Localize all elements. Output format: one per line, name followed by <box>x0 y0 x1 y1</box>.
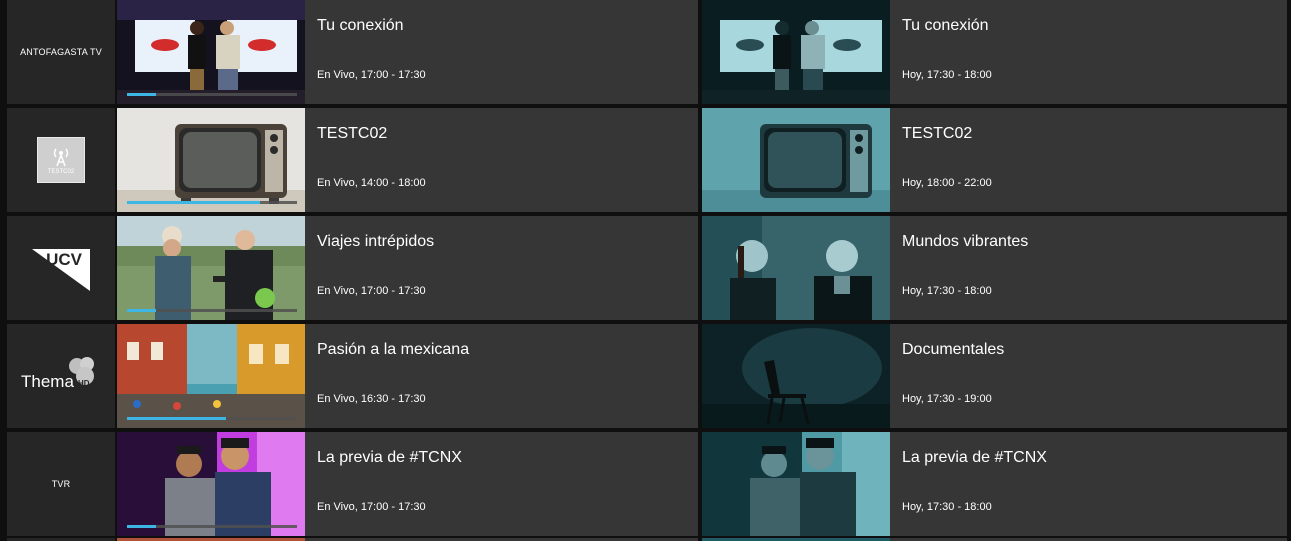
program-time: Hoy, 17:30 - 18:00 <box>902 501 992 513</box>
channel-cell[interactable]: ANTOFAGASTA TV <box>7 0 115 104</box>
progress-fill <box>127 417 226 420</box>
channel-name: TVR <box>51 479 71 489</box>
channel-row: UCV Viajes intrépidos En Vivo, 17:00 - 1… <box>0 216 1291 320</box>
program-time: Hoy, 18:00 - 22:00 <box>902 177 992 189</box>
progress-fill <box>127 93 156 96</box>
channel-logo-text: TESTC02 <box>47 169 75 175</box>
program-title: Tu conexión <box>317 17 404 34</box>
channel-logo: TESTC02 <box>37 137 85 183</box>
program-title: TESTC02 <box>902 125 973 142</box>
program-title: Documentales <box>902 341 1005 358</box>
program-title: Pasión a la mexicana <box>317 341 470 358</box>
program-time: En Vivo, 17:00 - 17:30 <box>317 69 426 81</box>
progress-fill <box>127 309 156 312</box>
program-next[interactable]: Documentales Hoy, 17:30 - 19:00 <box>702 324 1287 428</box>
program-thumbnail <box>117 432 305 536</box>
program-title: TESTC02 <box>317 125 388 142</box>
program-time: En Vivo, 17:00 - 17:30 <box>317 501 426 513</box>
epg-grid: ANTOFAGASTA TV Tu conexión En Vivo, 17:0… <box>0 0 1291 541</box>
program-next[interactable]: Tu conexión Hoy, 17:30 - 18:00 <box>702 0 1287 104</box>
program-title: La previa de #TCNX <box>317 449 462 466</box>
broadcast-tower-icon <box>53 148 69 167</box>
program-next[interactable]: La previa de #TCNX Hoy, 17:30 - 18:00 <box>702 432 1287 536</box>
program-thumbnail <box>117 324 305 428</box>
progress-bar <box>127 525 297 528</box>
hd-badge: HD <box>78 379 90 388</box>
program-time: En Vivo, 16:30 - 17:30 <box>317 393 426 405</box>
program-thumbnail <box>702 108 890 212</box>
thema-hd-logo: Thema HD <box>21 356 101 396</box>
channel-cell[interactable]: Thema HD <box>7 324 115 428</box>
channel-row: TESTC02 TESTC02 En Vivo, 14:00 - 18:00 T… <box>0 108 1291 212</box>
channel-cell[interactable]: TESTC02 <box>7 108 115 212</box>
program-time: Hoy, 17:30 - 19:00 <box>902 393 992 405</box>
program-thumbnail <box>702 324 890 428</box>
program-time: En Vivo, 14:00 - 18:00 <box>317 177 426 189</box>
progress-bar <box>127 93 297 96</box>
program-now[interactable]: Pasión a la mexicana En Vivo, 16:30 - 17… <box>117 324 698 428</box>
channel-row: ANTOFAGASTA TV Tu conexión En Vivo, 17:0… <box>0 0 1291 104</box>
program-now[interactable]: TESTC02 En Vivo, 14:00 - 18:00 <box>117 108 698 212</box>
program-thumbnail <box>702 0 890 104</box>
progress-fill <box>127 201 260 204</box>
program-time: Hoy, 17:30 - 18:00 <box>902 69 992 81</box>
channel-cell[interactable]: TVR <box>7 432 115 536</box>
channel-row: TVR La previa de #TCNX En Vivo, 17:00 - … <box>0 432 1291 536</box>
program-next[interactable]: TESTC02 Hoy, 18:00 - 22:00 <box>702 108 1287 212</box>
channel-name: ANTOFAGASTA TV <box>20 47 102 57</box>
channel-row: Thema HD Pasión a la mexicana En Vivo, 1… <box>0 324 1291 428</box>
program-time: En Vivo, 17:00 - 17:30 <box>317 285 426 297</box>
program-title: Tu conexión <box>902 17 989 34</box>
program-now[interactable]: Viajes intrépidos En Vivo, 17:00 - 17:30 <box>117 216 698 320</box>
program-title: Mundos vibrantes <box>902 233 1029 250</box>
program-title: Viajes intrépidos <box>317 233 435 250</box>
channel-logo-text: UCV <box>46 250 83 269</box>
progress-fill <box>127 525 156 528</box>
program-next[interactable]: Mundos vibrantes Hoy, 17:30 - 18:00 <box>702 216 1287 320</box>
program-time: Hoy, 17:30 - 18:00 <box>902 285 992 297</box>
program-now[interactable]: La previa de #TCNX En Vivo, 17:00 - 17:3… <box>117 432 698 536</box>
ucv-logo: UCV <box>32 249 90 291</box>
progress-bar <box>127 309 297 312</box>
program-thumbnail <box>117 216 305 320</box>
progress-bar <box>127 417 297 420</box>
channel-cell[interactable]: UCV <box>7 216 115 320</box>
program-title: La previa de #TCNX <box>902 449 1047 466</box>
program-thumbnail <box>117 108 305 212</box>
program-thumbnail <box>702 216 890 320</box>
program-thumbnail <box>702 432 890 536</box>
program-now[interactable]: Tu conexión En Vivo, 17:00 - 17:30 <box>117 0 698 104</box>
program-thumbnail <box>117 0 305 104</box>
progress-bar <box>127 201 297 204</box>
channel-logo-text: Thema <box>21 372 74 391</box>
